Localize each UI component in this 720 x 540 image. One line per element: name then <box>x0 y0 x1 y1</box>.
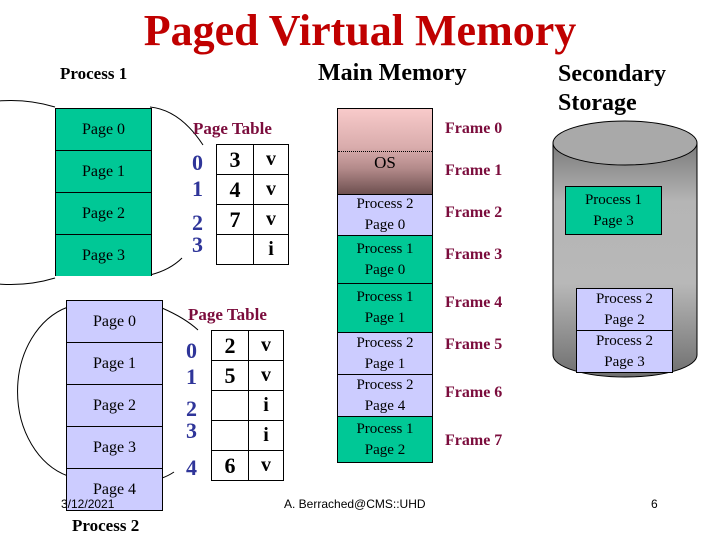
frame-number: 5 <box>212 361 249 390</box>
frame-owner: Process 1 <box>356 289 414 305</box>
footer-date: 3/12/2021 <box>61 497 115 511</box>
frame-number <box>217 235 254 264</box>
frame-page: Page 2 <box>364 441 406 458</box>
process1-page: Page 2 <box>56 193 151 235</box>
disk-item-page: Page 3 <box>604 353 645 370</box>
disk-item: Process 2 Page 3 <box>576 330 673 373</box>
frame-label: Frame 5 <box>445 336 503 353</box>
process2-page-table: 2 v 5 v i i 6 v <box>211 330 284 481</box>
frame-label: Frame 0 <box>445 120 503 137</box>
valid-bit: v <box>266 208 276 230</box>
page-index: 3 <box>186 418 197 443</box>
frame-page: Page 0 <box>364 217 406 233</box>
process2-ellipse-bottom <box>161 471 175 479</box>
frame-label: Frame 6 <box>445 384 503 401</box>
frame-number: 4 <box>217 175 254 204</box>
os-label: OS <box>374 153 396 172</box>
page-table-row: 7 v <box>217 205 288 235</box>
page-index: 1 <box>192 176 203 201</box>
frame-label: Frame 4 <box>445 294 503 311</box>
frame-owner: Process 2 <box>356 196 414 212</box>
frame-page: Page 4 <box>364 397 406 414</box>
page-index: 0 <box>186 338 197 363</box>
frame-owner: Process 1 <box>356 420 414 437</box>
process2-label: Process 2 <box>72 516 140 535</box>
valid-bit: v <box>266 148 276 170</box>
frame-divider <box>338 151 432 152</box>
page-index: 1 <box>186 364 197 389</box>
disk-item-owner: Process 1 <box>584 191 643 208</box>
page-table-row: i <box>212 421 283 451</box>
memory-frame-3: Process 1 Page 0 <box>338 235 432 283</box>
page-index: 2 <box>186 396 197 421</box>
footer-author: A. Berrached@CMS::UHD <box>284 497 426 511</box>
frame-label: Frame 3 <box>445 246 503 263</box>
page-table-row: i <box>212 391 283 421</box>
valid-bit: i <box>263 394 269 416</box>
disk-item-page: Page 3 <box>593 212 634 229</box>
disk-item-owner: Process 2 <box>595 332 654 349</box>
frame-number: 2 <box>212 331 249 360</box>
main-memory-block: OS Process 2 Page 0 Process 1 Page 0 Pro… <box>337 108 433 463</box>
disk-item: Process 1 Page 3 <box>565 186 662 235</box>
os-region: OS <box>338 109 432 194</box>
page-index: 2 <box>192 210 203 235</box>
disk-item-page: Page 2 <box>604 312 645 328</box>
process1-page-table-title: Page Table <box>193 119 272 138</box>
page-table-row: 4 v <box>217 175 288 205</box>
frame-owner: Process 1 <box>356 240 414 257</box>
process1-page-stack: Page 0 Page 1 Page 2 Page 3 <box>55 108 152 276</box>
valid-bit: v <box>261 334 271 356</box>
memory-frame-2: Process 2 Page 0 <box>338 194 432 235</box>
valid-bit: i <box>268 238 274 260</box>
valid-bit: v <box>261 364 271 386</box>
process2-page-stack: Page 0 Page 1 Page 2 Page 3 Page 4 <box>66 300 163 511</box>
page-table-row: 2 v <box>212 331 283 361</box>
disk-item-owner: Process 2 <box>595 291 654 307</box>
process1-page: Page 0 <box>56 109 151 151</box>
disk-item: Process 2 Page 2 <box>576 288 673 331</box>
memory-frame-6: Process 2 Page 4 <box>338 374 432 416</box>
page-index: 4 <box>186 455 197 480</box>
frame-number <box>212 391 249 420</box>
frame-label: Frame 7 <box>445 432 503 449</box>
page-index: 3 <box>192 232 203 257</box>
valid-bit: i <box>263 424 269 446</box>
frame-number: 3 <box>217 145 254 174</box>
process2-page: Page 2 <box>67 385 162 427</box>
frame-page: Page 1 <box>364 310 406 326</box>
valid-bit: v <box>261 454 271 476</box>
process1-ellipse-bottom <box>149 257 183 276</box>
frame-page: Page 1 <box>364 355 406 372</box>
page-table-row: 5 v <box>212 361 283 391</box>
page-table-row: 6 v <box>212 451 283 480</box>
process1-page: Page 3 <box>56 235 151 276</box>
memory-frame-5: Process 2 Page 1 <box>338 332 432 374</box>
process2-page: Page 3 <box>67 427 162 469</box>
process2-ellipse <box>17 306 69 477</box>
frame-label: Frame 1 <box>445 162 503 179</box>
memory-frame-7: Process 1 Page 2 <box>338 416 432 462</box>
process1-ellipse <box>0 100 56 285</box>
valid-bit: v <box>266 178 276 200</box>
process2-page: Page 0 <box>67 301 162 343</box>
frame-page: Page 0 <box>364 261 406 278</box>
page-number: 6 <box>651 497 658 511</box>
disk-top <box>552 120 698 166</box>
page-table-row: 3 v <box>217 145 288 175</box>
process2-page: Page 1 <box>67 343 162 385</box>
process1-page: Page 1 <box>56 151 151 193</box>
frame-number: 6 <box>212 451 249 480</box>
frame-owner: Process 2 <box>356 376 414 393</box>
page-index: 0 <box>192 150 203 175</box>
process1-page-table: 3 v 4 v 7 v i <box>216 144 289 265</box>
memory-frame-4: Process 1 Page 1 <box>338 283 432 332</box>
frame-number <box>212 421 249 450</box>
page-table-row: i <box>217 235 288 264</box>
frame-label: Frame 2 <box>445 204 503 221</box>
frame-owner: Process 2 <box>356 334 414 351</box>
process2-page-table-title: Page Table <box>188 305 267 324</box>
frame-number: 7 <box>217 205 254 234</box>
